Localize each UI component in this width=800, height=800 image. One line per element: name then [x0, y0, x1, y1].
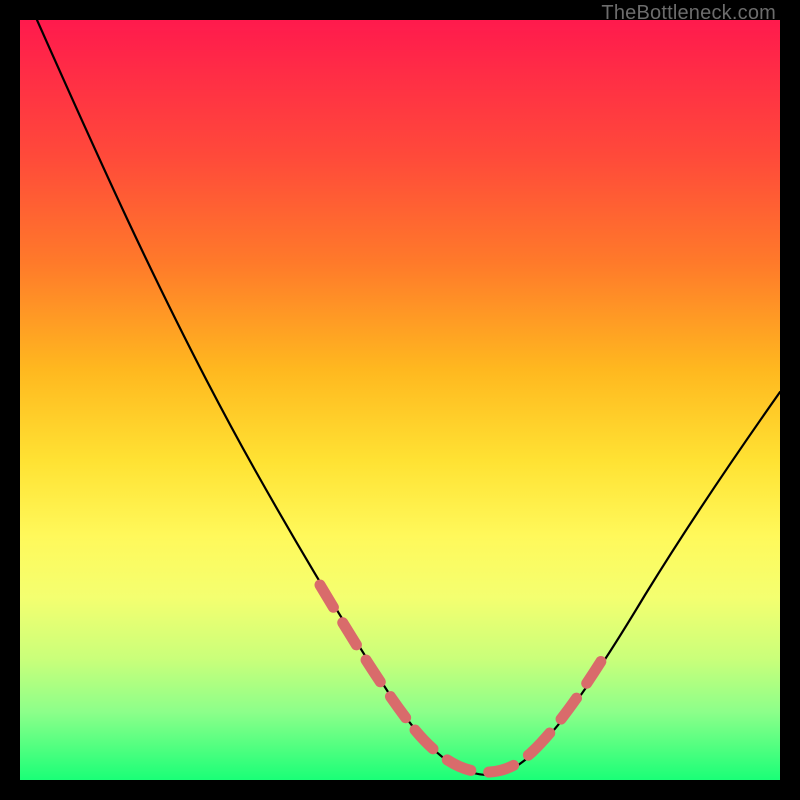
- highlight-valley-floor: [415, 730, 532, 772]
- plot-area: [20, 20, 780, 780]
- highlight-group: [320, 585, 605, 772]
- highlight-right-shoulder: [532, 655, 605, 752]
- chart-svg: [20, 20, 780, 780]
- watermark-text: TheBottleneck.com: [601, 2, 776, 25]
- chart-frame: TheBottleneck.com: [0, 0, 800, 800]
- highlight-left-shoulder: [320, 585, 415, 730]
- bottleneck-curve: [20, 0, 780, 775]
